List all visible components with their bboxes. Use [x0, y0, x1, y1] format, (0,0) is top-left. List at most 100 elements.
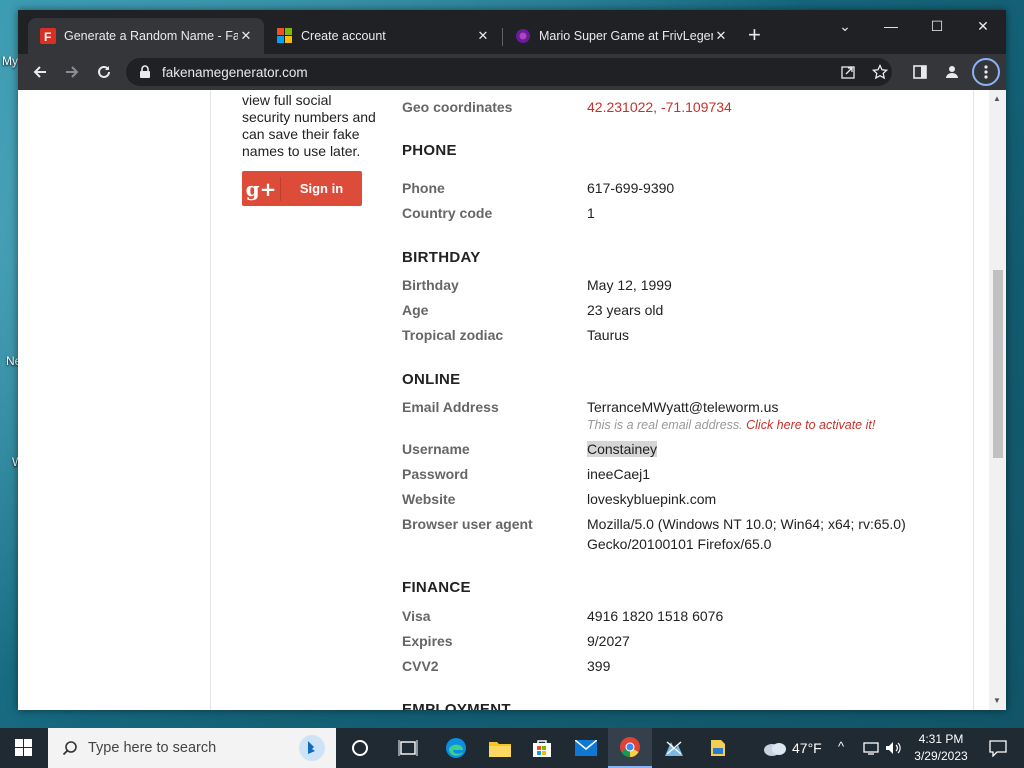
- weather-cloud-icon[interactable]: [758, 728, 792, 768]
- user-agent-value-1: Mozilla/5.0 (Windows NT 10.0; Win64; x64…: [587, 516, 906, 532]
- minimize-button[interactable]: —: [868, 14, 914, 38]
- mail-icon[interactable]: [564, 728, 608, 768]
- phone-label: Phone: [402, 180, 445, 196]
- svg-text:F: F: [44, 30, 51, 44]
- maximize-button[interactable]: ☐: [914, 14, 960, 38]
- edge-icon[interactable]: [434, 728, 478, 768]
- lock-icon[interactable]: [138, 65, 152, 79]
- side-panel-icon[interactable]: [908, 60, 932, 84]
- taskbar-search-box[interactable]: Type here to search: [48, 728, 336, 768]
- tab-search-chevron-icon[interactable]: ⌄: [822, 14, 868, 38]
- signin-label: Sign in: [299, 181, 344, 196]
- browser-window: F Generate a Random Name - Fake ✕ Create…: [18, 10, 1006, 710]
- expires-label: Expires: [402, 633, 453, 649]
- activate-email-link[interactable]: Click here to activate it!: [746, 418, 875, 432]
- close-tab-icon[interactable]: ✕: [713, 28, 729, 44]
- expires-value: 9/2027: [587, 633, 630, 649]
- close-window-button[interactable]: ✕: [960, 14, 1006, 38]
- bookmark-star-icon[interactable]: [868, 60, 892, 84]
- volume-icon[interactable]: [882, 728, 906, 768]
- country-code-label: Country code: [402, 205, 493, 221]
- section-birthday: BIRTHDAY: [402, 249, 481, 266]
- bing-icon[interactable]: [298, 734, 326, 766]
- task-view-icon[interactable]: [386, 728, 430, 768]
- menu-kebab-icon[interactable]: [972, 58, 1000, 86]
- user-agent-value-2: Gecko/20100101 Firefox/65.0: [587, 536, 772, 552]
- start-button[interactable]: [0, 728, 48, 768]
- visa-value: 4916 1820 1518 6076: [587, 608, 724, 624]
- scroll-up-arrow-icon[interactable]: ▲: [993, 94, 1001, 103]
- section-online: ONLINE: [402, 371, 461, 388]
- email-value: TerranceMWyatt@teleworm.us: [587, 399, 779, 415]
- age-value: 23 years old: [587, 302, 664, 318]
- email-note: This is a real email address. Click here…: [587, 418, 875, 432]
- geo-value[interactable]: 42.231022, -71.109734: [587, 99, 917, 115]
- tray-chevron-up-icon[interactable]: ^: [838, 739, 844, 754]
- age-label: Age: [402, 302, 429, 318]
- google-plus-icon: g+: [242, 176, 281, 201]
- password-label: Password: [402, 466, 469, 482]
- section-finance: FINANCE: [402, 579, 471, 596]
- close-tab-icon[interactable]: ✕: [475, 28, 491, 44]
- birthday-value: May 12, 1999: [587, 277, 672, 293]
- section-employment: EMPLOYMENT: [402, 701, 511, 710]
- cortana-icon[interactable]: [340, 728, 380, 768]
- tab-title: Generate a Random Name - Fake: [64, 29, 238, 43]
- scroll-down-arrow-icon[interactable]: ▼: [993, 696, 1001, 705]
- zodiac-value: Taurus: [587, 327, 630, 343]
- address-bar[interactable]: fakenamegenerator.com: [126, 58, 892, 86]
- url-text: fakenamegenerator.com: [162, 64, 308, 80]
- tab-title: Mario Super Game at FrivLegend: [539, 29, 713, 43]
- tab-strip: F Generate a Random Name - Fake ✕ Create…: [18, 10, 1006, 54]
- notifications-icon[interactable]: [978, 728, 1018, 768]
- tab-title: Create account: [301, 29, 386, 43]
- signup-description: view full social security numbers and ca…: [242, 92, 376, 159]
- website-label: Website: [402, 491, 456, 507]
- file-explorer-icon[interactable]: [478, 728, 522, 768]
- clock-date[interactable]: 3/29/2023: [908, 749, 974, 763]
- store-icon[interactable]: [520, 728, 564, 768]
- password-value: ineeCaej1: [587, 466, 651, 482]
- username-label: Username: [402, 441, 470, 457]
- browser-toolbar: fakenamegenerator.com: [18, 54, 1006, 90]
- back-arrow-icon[interactable]: [28, 60, 52, 84]
- email-label: Email Address: [402, 399, 499, 415]
- page-scrollbar[interactable]: ▲ ▼: [989, 90, 1006, 710]
- clock-time[interactable]: 4:31 PM: [908, 732, 974, 746]
- tab-mario-game[interactable]: Mario Super Game at FrivLegend ✕: [503, 18, 739, 54]
- search-icon: [62, 740, 78, 756]
- network-icon[interactable]: [860, 728, 882, 768]
- close-tab-icon[interactable]: ✕: [238, 28, 254, 44]
- windows-start-icon: [15, 739, 32, 756]
- tab-create-account[interactable]: Create account ✕: [265, 18, 501, 54]
- user-agent-label: Browser user agent: [402, 516, 533, 532]
- website-value: loveskybluepink.com: [587, 491, 717, 507]
- geo-label: Geo coordinates: [402, 99, 513, 115]
- page-viewport: view full social security numbers and ca…: [18, 90, 1006, 710]
- desktop-icon-label[interactable]: My: [2, 54, 18, 68]
- windows-logo-icon: [277, 28, 293, 44]
- windows-taskbar: Type here to search 47°F ^ 4:31 PM 3/29/: [0, 728, 1024, 768]
- scrollbar-thumb[interactable]: [993, 270, 1003, 458]
- forward-arrow-icon[interactable]: [60, 60, 84, 84]
- sticky-file-icon[interactable]: [696, 728, 740, 768]
- zodiac-label: Tropical zodiac: [402, 327, 504, 343]
- cvv2-value: 399: [587, 658, 611, 674]
- new-tab-button[interactable]: +: [748, 24, 761, 46]
- chrome-taskbar-icon[interactable]: [608, 728, 652, 768]
- share-icon[interactable]: [836, 60, 860, 84]
- section-phone: PHONE: [402, 142, 457, 159]
- username-value-wrap: Constainey: [587, 441, 917, 457]
- cvv2-label: CVV2: [402, 658, 439, 674]
- google-plus-signin-button[interactable]: g+ Sign in: [242, 171, 362, 206]
- search-placeholder: Type here to search: [88, 740, 217, 756]
- snip-tool-icon[interactable]: [652, 728, 696, 768]
- reload-icon[interactable]: [92, 60, 116, 84]
- tab-fakenamegenerator[interactable]: F Generate a Random Name - Fake ✕: [28, 18, 264, 54]
- birthday-label: Birthday: [402, 277, 459, 293]
- profile-icon[interactable]: [940, 60, 964, 84]
- phone-value: 617-699-9390: [587, 180, 675, 196]
- weather-temp[interactable]: 47°F: [792, 740, 822, 756]
- fakename-favicon-icon: F: [40, 28, 56, 44]
- username-value[interactable]: Constainey: [587, 441, 658, 457]
